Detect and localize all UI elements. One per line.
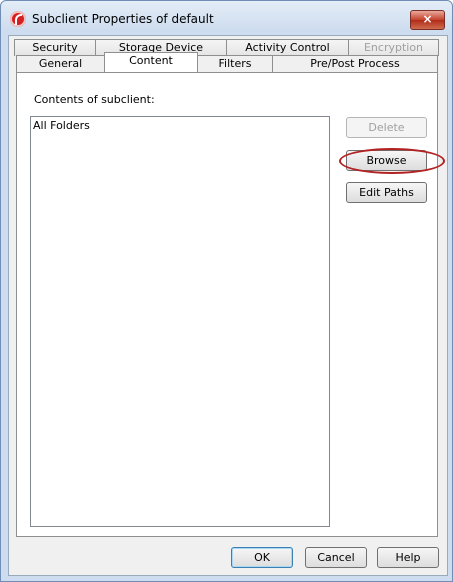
tab-activity-control[interactable]: Activity Control bbox=[226, 39, 349, 56]
delete-button: Delete bbox=[346, 117, 427, 138]
browse-highlight-ring bbox=[339, 148, 445, 174]
cancel-button[interactable]: Cancel bbox=[305, 547, 367, 568]
tab-filters[interactable]: Filters bbox=[197, 55, 273, 72]
close-button[interactable]: × bbox=[410, 10, 445, 30]
list-item[interactable]: All Folders bbox=[33, 119, 90, 132]
title-bar[interactable]: Subclient Properties of default × bbox=[1, 1, 452, 35]
help-button[interactable]: Help bbox=[377, 547, 439, 568]
ok-button[interactable]: OK bbox=[231, 547, 293, 568]
tab-security[interactable]: Security bbox=[14, 39, 96, 56]
tab-content[interactable]: Content bbox=[104, 52, 198, 72]
window-title: Subclient Properties of default bbox=[32, 12, 214, 26]
tab-general[interactable]: General bbox=[16, 55, 105, 72]
close-icon: × bbox=[422, 12, 433, 26]
contents-listbox[interactable]: All Folders bbox=[30, 116, 330, 527]
dialog-window: Subclient Properties of default × Securi… bbox=[0, 0, 453, 582]
tab-encryption: Encryption bbox=[348, 39, 439, 56]
app-logo-icon bbox=[10, 11, 26, 27]
dialog-body: Security Storage Device Activity Control… bbox=[8, 35, 448, 576]
edit-paths-button[interactable]: Edit Paths bbox=[346, 182, 427, 203]
contents-label: Contents of subclient: bbox=[34, 93, 155, 106]
tab-pre-post-process[interactable]: Pre/Post Process bbox=[272, 55, 438, 72]
